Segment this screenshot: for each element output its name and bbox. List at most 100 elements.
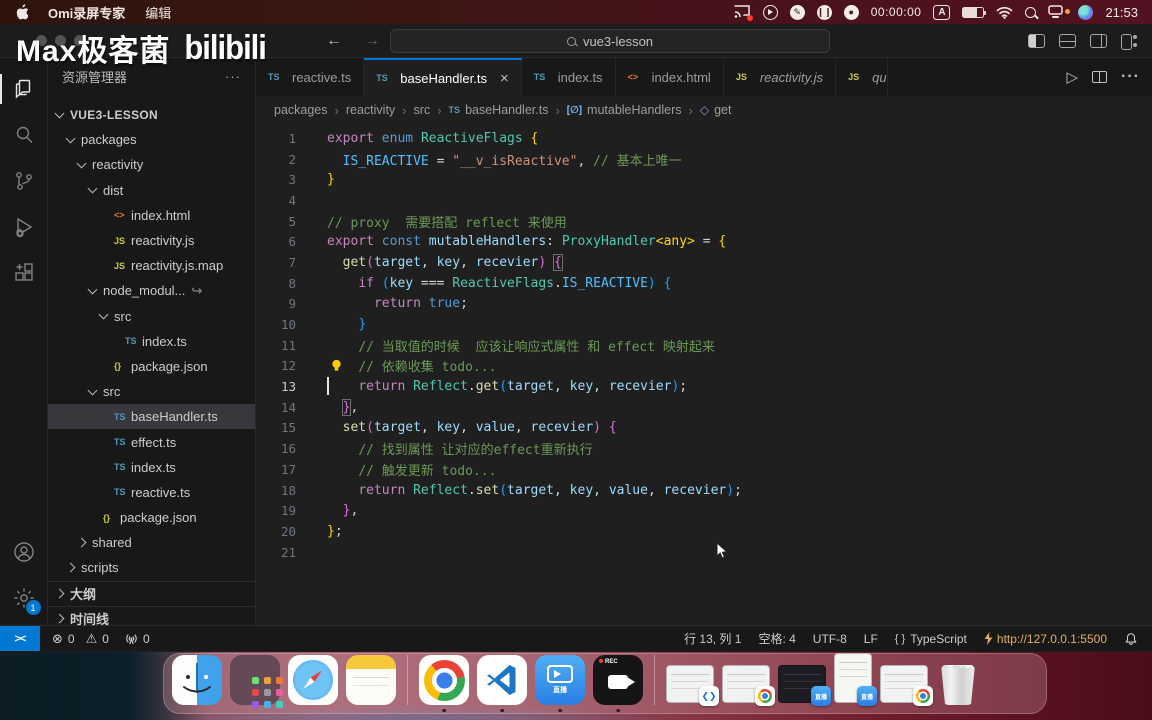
breadcrumb-item-src[interactable]: src (414, 103, 431, 117)
customize-layout-icon[interactable] (1121, 34, 1138, 50)
tree-item-packages[interactable]: packages (48, 127, 255, 152)
stop-record-button-icon[interactable]: ● (843, 4, 859, 20)
account-icon[interactable] (0, 529, 48, 575)
minimized-window[interactable]: 直播 (778, 665, 831, 706)
tab-index.ts[interactable]: TS index.ts (521, 58, 616, 96)
tree-item-reactivity.js.map[interactable]: JS reactivity.js.map (48, 253, 255, 278)
tree-item-node_modul...[interactable]: node_modul... ↪ (48, 278, 255, 303)
minimized-window[interactable] (880, 665, 933, 706)
toggle-secondary-sidebar-icon[interactable] (1090, 34, 1107, 48)
tab-baseHandler.ts[interactable]: TS baseHandler.ts × (364, 58, 522, 96)
encoding[interactable]: UTF-8 (813, 632, 847, 646)
siri-icon[interactable] (1078, 4, 1094, 20)
minimize-window-button[interactable] (55, 35, 66, 46)
finder-icon[interactable] (172, 655, 222, 705)
breadcrumb-item-get[interactable]: ◇ get (700, 103, 732, 117)
tree-item-index.html[interactable]: <> index.html (48, 203, 255, 228)
tree-item-时间线[interactable]: 时间线 (48, 605, 255, 631)
forward-arrow-button[interactable]: → (364, 32, 380, 50)
breadcrumb-item-baseHandler.ts[interactable]: TS baseHandler.ts (449, 103, 549, 117)
notes-icon[interactable] (346, 655, 396, 705)
remote-indicator[interactable]: >< (0, 626, 40, 651)
toggle-panel-icon[interactable] (1059, 34, 1076, 48)
tab-close-icon[interactable]: × (500, 70, 509, 87)
explorer-more-actions-icon[interactable]: ··· (225, 69, 241, 84)
minimized-window[interactable] (722, 665, 775, 706)
tree-item-scripts[interactable]: scripts (48, 555, 255, 580)
tree-item-reactivity[interactable]: reactivity (48, 152, 255, 177)
tree-item-label: node_modul... (103, 283, 186, 299)
tree-item-index.ts[interactable]: TS index.ts (48, 329, 255, 354)
menu-item-app-name[interactable]: Omi录屏专家 (48, 3, 125, 22)
launchpad-icon[interactable] (230, 655, 280, 705)
split-editor-icon[interactable] (1092, 71, 1108, 83)
tree-item-dist[interactable]: dist (48, 178, 255, 203)
safari-icon[interactable] (288, 655, 338, 705)
breadcrumb-item-reactivity[interactable]: reactivity (346, 103, 395, 117)
settings-gear-icon[interactable]: 1 (0, 575, 48, 621)
minimized-window[interactable]: ❮❯ (666, 665, 719, 706)
spotlight-icon[interactable] (1025, 6, 1037, 18)
language-mode[interactable]: { } TypeScript (895, 632, 967, 646)
tree-item-index.ts[interactable]: TS index.ts (48, 455, 255, 480)
tree-item-reactive.ts[interactable]: TS reactive.ts (48, 480, 255, 505)
bilibili-live-icon[interactable]: 直播 (535, 655, 585, 705)
tree-item-effect.ts[interactable]: TS effect.ts (48, 429, 255, 454)
chrome-icon[interactable] (419, 655, 469, 705)
breadcrumb-item-packages[interactable]: packages (274, 103, 328, 117)
tree-item-reactivity.js[interactable]: JS reactivity.js (48, 228, 255, 253)
pause-button-icon[interactable]: ❙❙ (817, 4, 832, 20)
tree-item-VUE3-LESSON[interactable]: VUE3-LESSON (48, 102, 255, 127)
apple-menu-icon[interactable] (14, 4, 28, 20)
search-sidebar-icon[interactable] (0, 112, 48, 158)
run-code-icon[interactable]: ▷ (1066, 68, 1078, 86)
live-server-url[interactable]: http://127.0.0.1:5500 (984, 632, 1107, 646)
run-debug-icon[interactable] (0, 204, 48, 250)
explorer-icon[interactable] (0, 66, 48, 112)
back-arrow-button[interactable]: ← (326, 32, 342, 50)
tab-qu[interactable]: JS qu (836, 58, 889, 96)
tree-item-大纲[interactable]: 大纲 (48, 580, 255, 606)
breadcrumb-label: mutableHandlers (587, 103, 682, 117)
tree-item-src[interactable]: src (48, 304, 255, 329)
displays-menu-icon[interactable] (1048, 4, 1071, 20)
vscode-icon[interactable] (477, 655, 527, 705)
indentation[interactable]: 空格: 4 (758, 630, 795, 647)
tree-item-shared[interactable]: shared (48, 530, 255, 555)
tree-item-package.json[interactable]: {} package.json (48, 505, 255, 530)
minimized-window[interactable]: 直播 (834, 653, 877, 706)
close-window-button[interactable] (36, 35, 47, 46)
screen-recorder-icon[interactable]: REC (593, 655, 643, 705)
trash-icon[interactable] (936, 655, 980, 705)
code-editor[interactable]: 1 export enum ReactiveFlags {2 IS_REACTIV… (256, 124, 1152, 625)
ports-indicator[interactable]: 0 (125, 632, 150, 646)
toggle-sidebar-icon[interactable] (1028, 34, 1045, 48)
battery-icon[interactable] (962, 4, 987, 20)
input-source-indicator[interactable]: A (933, 4, 951, 20)
code-line-20: 20}; (256, 521, 1152, 542)
source-control-icon[interactable] (0, 158, 48, 204)
tab-index.html[interactable]: <> index.html (615, 58, 724, 96)
screen-mirroring-icon[interactable] (733, 4, 753, 21)
menu-item-edit[interactable]: 编辑 (145, 3, 171, 22)
tree-item-src[interactable]: src (48, 379, 255, 404)
code-line-16: 16 // 找到属性 让对应的effect重新执行 (256, 438, 1152, 459)
extensions-icon[interactable] (0, 250, 48, 296)
editor-more-actions-icon[interactable]: ··· (1121, 68, 1140, 86)
zoom-window-button[interactable] (74, 35, 85, 46)
notifications-bell-icon[interactable] (1124, 632, 1138, 646)
annotate-button-icon[interactable]: ✎ (789, 4, 805, 20)
lightbulb-icon[interactable] (330, 359, 343, 372)
tree-item-package.json[interactable]: {} package.json (48, 354, 255, 379)
problems-indicator[interactable]: ⊗ 0 ⚠ 0 (52, 631, 109, 647)
tree-item-baseHandler.ts[interactable]: TS baseHandler.ts (48, 404, 255, 430)
tab-reactive.ts[interactable]: TS reactive.ts (256, 58, 365, 96)
code-line-3: 3} (256, 169, 1152, 190)
command-center-search[interactable]: vue3-lesson (390, 29, 830, 53)
eol-sequence[interactable]: LF (864, 632, 878, 646)
cursor-position[interactable]: 行 13, 列 1 (684, 630, 741, 647)
wifi-icon[interactable] (996, 4, 1013, 20)
breadcrumb-item-mutableHandlers[interactable]: [∅] mutableHandlers (567, 103, 682, 117)
tab-reactivity.js[interactable]: JS reactivity.js (723, 58, 837, 96)
play-button-icon[interactable] (762, 4, 778, 20)
